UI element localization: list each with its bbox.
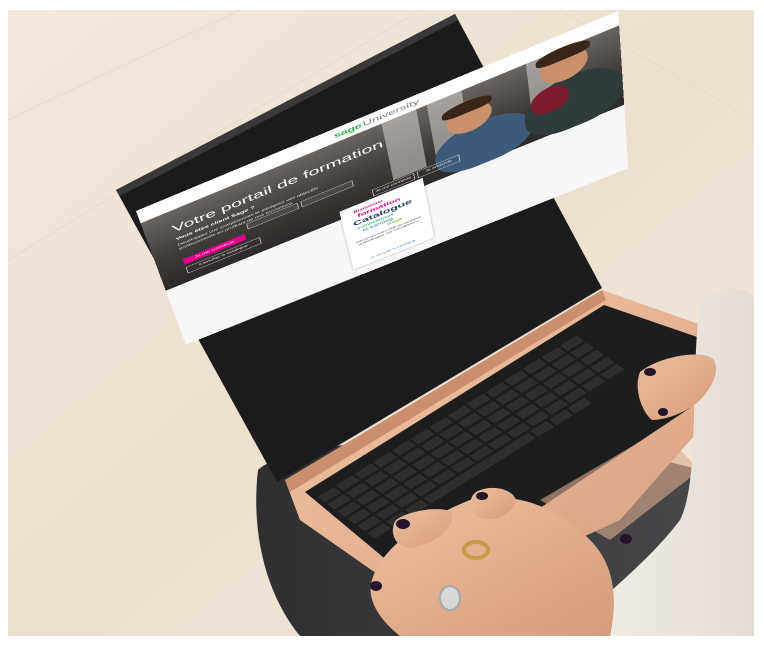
- right-hand-nail-2: [658, 408, 668, 416]
- photo-scene: [7, 9, 755, 636]
- right-hand-nail: [644, 368, 656, 376]
